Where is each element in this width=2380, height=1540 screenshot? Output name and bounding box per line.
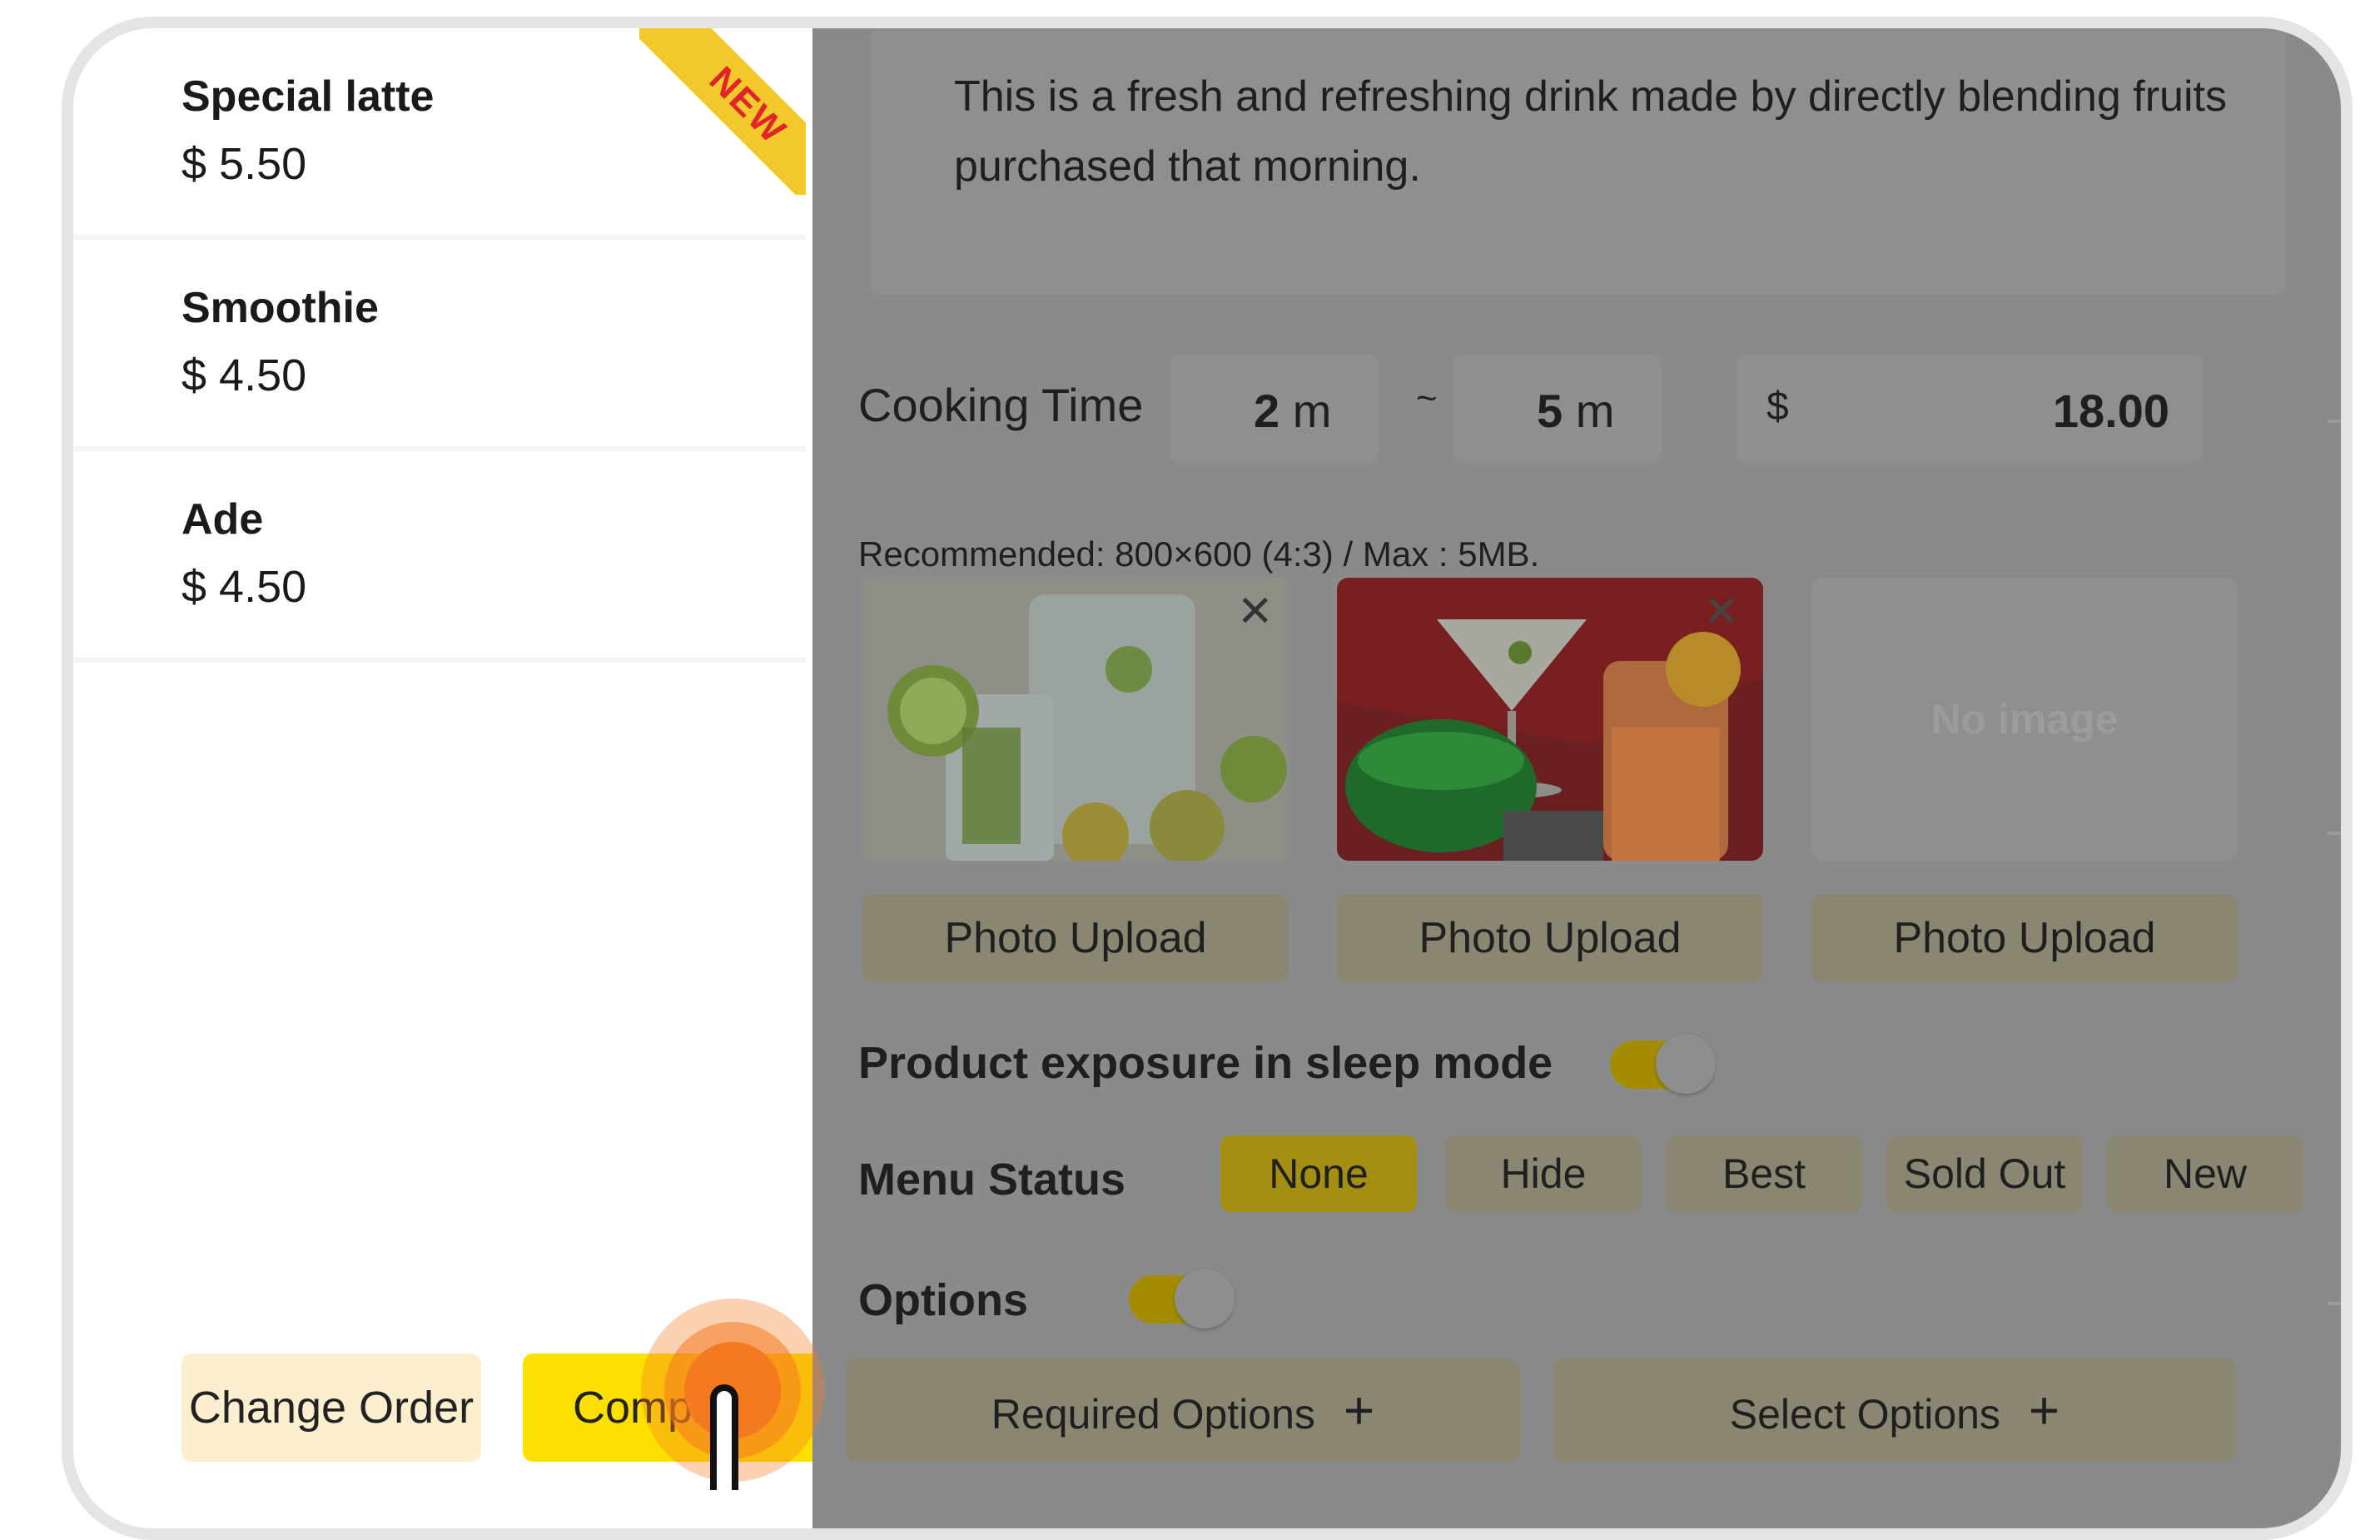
range-separator: ~ <box>1416 378 1438 419</box>
plus-icon: + <box>2028 1380 2060 1440</box>
menu-item-price: $ 5.50 <box>181 139 307 189</box>
divider <box>2328 832 2341 835</box>
menu-status-label: Menu Status <box>858 1155 1126 1205</box>
plus-icon: + <box>1343 1380 1375 1440</box>
cooking-max-value: 5 <box>1537 385 1563 437</box>
currency-symbol: $ <box>1766 385 1789 429</box>
photo-slot-2[interactable]: ✕ <box>1337 578 1763 861</box>
cocktails-photo <box>1337 578 1763 861</box>
device-frame: Special latte $ 5.50 NEW Smoothie $ 4.50… <box>62 17 2353 1540</box>
options-toggle[interactable] <box>1129 1269 1245 1329</box>
description-box[interactable]: This is a fresh and refreshing drink mad… <box>871 28 2286 295</box>
sleep-mode-label: Product exposure in sleep mode <box>858 1038 1553 1088</box>
photo-upload-button-1[interactable]: Photo Upload <box>862 894 1289 982</box>
tap-pointer-icon <box>633 1290 832 1504</box>
change-order-button[interactable]: Change Order <box>181 1354 481 1462</box>
photo-slot-1[interactable]: ✕ <box>862 578 1289 861</box>
photo-upload-button-2[interactable]: Photo Upload <box>1337 894 1763 982</box>
select-options-label: Select Options <box>1729 1391 2000 1438</box>
divider <box>2328 1302 2341 1305</box>
no-image-text: No image <box>1930 696 2119 743</box>
sleep-mode-toggle[interactable] <box>1610 1034 1727 1094</box>
remove-photo-icon[interactable]: ✕ <box>1237 590 1274 633</box>
photo-upload-button-3[interactable]: Photo Upload <box>1811 894 2238 982</box>
minute-unit: m <box>1292 385 1332 437</box>
menu-item-ade[interactable]: Ade $ 4.50 <box>73 451 806 663</box>
status-hide-button[interactable]: Hide <box>1445 1135 1642 1212</box>
menu-item-name: Smoothie <box>181 284 379 332</box>
image-hint: Recommended: 800×600 (4:3) / Max : 5MB. <box>858 534 1540 574</box>
cooking-max-input[interactable]: 5 m <box>1453 355 1662 463</box>
menu-item-smoothie[interactable]: Smoothie $ 4.50 <box>73 240 806 451</box>
minute-unit: m <box>1575 385 1615 437</box>
status-none-button[interactable]: None <box>1220 1135 1417 1212</box>
menu-item-price: $ 4.50 <box>181 562 307 612</box>
menu-item-name: Special latte <box>181 72 435 121</box>
required-options-button[interactable]: Required Options + <box>846 1359 1520 1462</box>
description-text: This is a fresh and refreshing drink mad… <box>954 72 2227 191</box>
cooking-min-value: 2 <box>1254 385 1280 437</box>
divider <box>2328 420 2341 423</box>
photo-slot-3[interactable]: No image <box>1811 578 2238 861</box>
new-badge-label: NEW <box>639 28 806 195</box>
price-value: 18.00 <box>2052 385 2169 437</box>
menu-item-price: $ 4.50 <box>181 350 307 400</box>
product-detail-panel: This is a fresh and refreshing drink mad… <box>812 28 2341 1528</box>
select-options-button[interactable]: Select Options + <box>1553 1359 2236 1462</box>
status-sold-out-button[interactable]: Sold Out <box>1886 1135 2083 1212</box>
status-new-button[interactable]: New <box>2107 1135 2303 1212</box>
remove-photo-icon[interactable]: ✕ <box>1703 590 1740 633</box>
lemonade-photo <box>862 578 1289 861</box>
price-input[interactable]: $ 18.00 <box>1737 355 2203 463</box>
status-best-button[interactable]: Best <box>1666 1135 1862 1212</box>
new-badge: NEW <box>639 28 806 195</box>
menu-item-name: Ade <box>181 495 264 544</box>
required-options-label: Required Options <box>991 1391 1315 1438</box>
cooking-time-label: Cooking Time <box>858 379 1144 431</box>
options-label: Options <box>858 1275 1028 1325</box>
menu-item-special-latte[interactable]: Special latte $ 5.50 NEW <box>73 28 806 240</box>
cooking-min-input[interactable]: 2 m <box>1170 355 1379 463</box>
